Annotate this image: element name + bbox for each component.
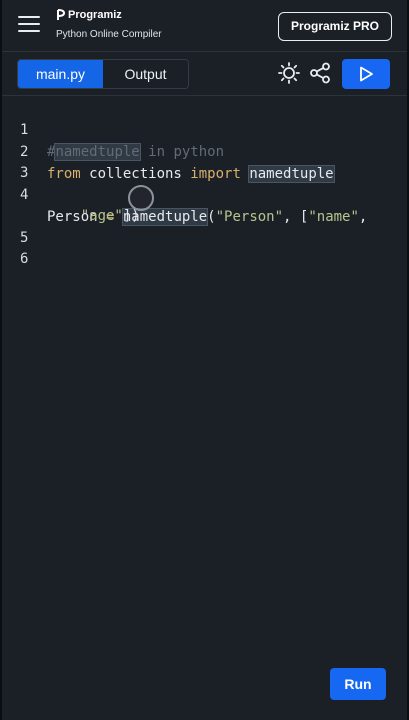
editor-toolbar: main.py Output	[2, 52, 407, 96]
code-token: "age"	[80, 208, 123, 224]
programiz-logo-icon	[57, 9, 66, 20]
line-number: 6	[20, 251, 29, 267]
programiz-pro-button[interactable]: Programiz PRO	[278, 12, 392, 41]
code-token: (	[207, 209, 216, 225]
code-token: ,	[358, 209, 368, 225]
code-text: "age"])	[47, 205, 140, 227]
share-icon[interactable]	[309, 62, 331, 84]
file-tabs: main.py Output	[17, 59, 189, 89]
tab-main-py[interactable]: main.py	[18, 60, 103, 88]
code-token: namedtuple	[54, 143, 141, 161]
code-editor[interactable]: 1 #namedtuple in python 2 from collectio…	[2, 97, 407, 657]
brand-name: Programiz	[68, 9, 122, 21]
brand[interactable]: Programiz Python Online Compiler	[56, 9, 162, 40]
code-text: from collections import namedtuple	[47, 163, 335, 185]
app-frame: Programiz Python Online Compiler Program…	[2, 0, 407, 720]
top-bar: Programiz Python Online Compiler Program…	[2, 0, 407, 52]
play-icon	[360, 66, 373, 82]
code-line: 5	[2, 205, 53, 246]
touch-indicator	[128, 185, 154, 211]
programiz-logo: Programiz	[56, 9, 162, 21]
sun-icon[interactable]	[278, 62, 300, 84]
code-token: , [	[283, 209, 309, 225]
code-line: 2 from collections import namedtuple	[2, 119, 335, 183]
run-button[interactable]: Run	[330, 668, 386, 700]
code-token: collections	[80, 166, 191, 182]
code-line: 4 Person = namedtuple("Person", ["name",	[2, 162, 367, 226]
code-token: import	[190, 166, 241, 182]
code-text: #namedtuple in python	[47, 141, 224, 163]
code-token: namedtuple	[248, 165, 335, 183]
code-line-wrap: "age"])	[2, 183, 140, 224]
text-cursor	[333, 165, 335, 183]
hamburger-menu-icon[interactable]	[18, 15, 40, 33]
code-token: in python	[139, 144, 225, 160]
tab-output[interactable]: Output	[103, 60, 188, 88]
code-line: 6	[2, 226, 53, 267]
code-token: "name"	[308, 209, 359, 225]
run-icon-button[interactable]	[342, 59, 390, 89]
code-token: "Person"	[215, 209, 284, 225]
code-line: 1 #namedtuple in python	[2, 97, 224, 161]
page-subtitle: Python Online Compiler	[56, 29, 162, 40]
code-line: 3	[2, 140, 53, 181]
